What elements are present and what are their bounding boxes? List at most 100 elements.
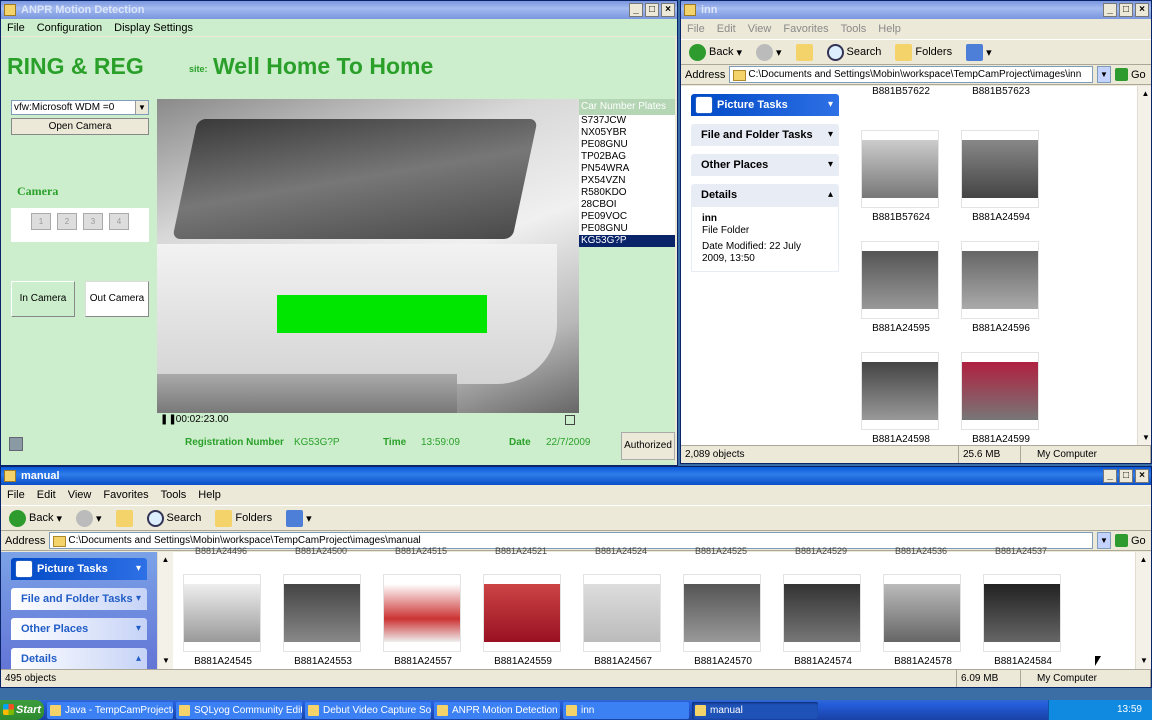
camera-4-button[interactable]: 4 bbox=[109, 213, 129, 230]
picture-tasks-header[interactable]: Picture Tasks ▾ bbox=[691, 94, 839, 116]
minimize-icon[interactable]: _ bbox=[1103, 469, 1117, 483]
views-button[interactable]: ▾ bbox=[282, 507, 316, 529]
maximize-icon[interactable]: □ bbox=[1119, 3, 1133, 17]
picture-tasks-header[interactable]: Picture Tasks ▾ bbox=[11, 558, 147, 580]
menu-tools[interactable]: Tools bbox=[161, 489, 187, 501]
file-folder-tasks-header[interactable]: File and Folder Tasks ▾ bbox=[691, 124, 839, 146]
menu-file[interactable]: File bbox=[7, 22, 25, 34]
in-camera-button[interactable]: In Camera bbox=[11, 281, 75, 317]
scroll-up-icon[interactable]: ▲ bbox=[158, 552, 173, 568]
list-item[interactable]: B881A24595 bbox=[861, 241, 941, 334]
taskbar-item-anpr[interactable]: ANPR Motion Detection bbox=[434, 701, 560, 719]
list-item[interactable]: B881A24594 bbox=[961, 130, 1041, 223]
task-pane-scrollbar[interactable]: ▲ ▼ bbox=[157, 552, 174, 669]
camera-3-button[interactable]: 3 bbox=[83, 213, 103, 230]
list-item[interactable]: B881A24545 bbox=[183, 574, 263, 667]
menu-help[interactable]: Help bbox=[198, 489, 221, 501]
minimize-icon[interactable]: _ bbox=[629, 3, 643, 17]
menu-edit[interactable]: Edit bbox=[717, 23, 736, 35]
scroll-down-icon[interactable]: ▼ bbox=[1138, 430, 1151, 446]
list-item[interactable]: B881A24574 bbox=[783, 574, 863, 667]
list-item[interactable]: B881A24570 bbox=[683, 574, 763, 667]
scroll-up-icon[interactable]: ▲ bbox=[1138, 86, 1151, 102]
list-item[interactable]: B881B57623 bbox=[961, 86, 1041, 97]
folders-button[interactable]: Folders bbox=[211, 507, 276, 529]
plate-item[interactable]: TP02BAG bbox=[579, 151, 675, 163]
list-item[interactable]: B881A24557 bbox=[383, 574, 463, 667]
menu-view[interactable]: View bbox=[68, 489, 92, 501]
list-item[interactable]: B881A24559 bbox=[483, 574, 563, 667]
camera-select[interactable]: vfw:Microsoft WDM =0 ▼ bbox=[11, 100, 149, 115]
plate-item[interactable]: PE08GNU bbox=[579, 139, 675, 151]
taskbar-item-sqlyog[interactable]: SQLyog Community Editi... bbox=[176, 701, 302, 719]
details-header[interactable]: Details ▴ bbox=[11, 648, 147, 670]
fullscreen-icon[interactable] bbox=[565, 415, 575, 425]
scroll-up-icon[interactable]: ▲ bbox=[1136, 552, 1151, 568]
list-item[interactable]: B881A24598 bbox=[861, 352, 941, 445]
scroll-down-icon[interactable]: ▼ bbox=[1136, 653, 1151, 669]
plate-item[interactable]: PE09VOC bbox=[579, 211, 675, 223]
close-icon[interactable]: × bbox=[661, 3, 675, 17]
menu-view[interactable]: View bbox=[748, 23, 772, 35]
plate-item-selected[interactable]: KG53G?P bbox=[579, 235, 675, 247]
plate-item[interactable]: PX54VZN bbox=[579, 175, 675, 187]
plate-item[interactable]: R580KDO bbox=[579, 187, 675, 199]
manual-titlebar[interactable]: manual _ □ × bbox=[1, 467, 1151, 485]
minimize-icon[interactable]: _ bbox=[1103, 3, 1117, 17]
taskbar-item-inn[interactable]: inn bbox=[563, 701, 689, 719]
inn-vertical-scrollbar[interactable]: ▲ ▼ bbox=[1137, 86, 1151, 446]
close-icon[interactable]: × bbox=[1135, 3, 1149, 17]
menu-favorites[interactable]: Favorites bbox=[103, 489, 148, 501]
open-camera-button[interactable]: Open Camera bbox=[11, 118, 149, 135]
list-item[interactable]: B881A24596 bbox=[961, 241, 1041, 334]
maximize-icon[interactable]: □ bbox=[645, 3, 659, 17]
list-item[interactable]: B881A24578 bbox=[883, 574, 963, 667]
out-camera-button[interactable]: Out Camera bbox=[85, 281, 149, 317]
close-icon[interactable]: × bbox=[1135, 469, 1149, 483]
views-button[interactable]: ▾ bbox=[962, 41, 996, 63]
menu-configuration[interactable]: Configuration bbox=[37, 22, 102, 34]
list-item[interactable]: B881B57622 bbox=[861, 86, 941, 97]
list-item[interactable]: B881A24599 bbox=[961, 352, 1041, 445]
menu-help[interactable]: Help bbox=[878, 23, 901, 35]
go-button[interactable]: Go bbox=[1115, 66, 1151, 83]
camera-1-button[interactable]: 1 bbox=[31, 213, 51, 230]
menu-favorites[interactable]: Favorites bbox=[783, 23, 828, 35]
taskbar-item-manual[interactable]: manual bbox=[692, 701, 818, 719]
chevron-down-icon[interactable]: ▼ bbox=[1097, 66, 1111, 83]
taskbar-item-java[interactable]: Java - TempCamProject/... bbox=[47, 701, 173, 719]
anpr-titlebar[interactable]: ANPR Motion Detection _ □ × bbox=[1, 1, 677, 19]
menu-edit[interactable]: Edit bbox=[37, 489, 56, 501]
list-item[interactable]: B881A24567 bbox=[583, 574, 663, 667]
folders-button[interactable]: Folders bbox=[891, 41, 956, 63]
list-item[interactable]: B881A24584 bbox=[983, 574, 1063, 667]
menu-tools[interactable]: Tools bbox=[841, 23, 867, 35]
search-button[interactable]: Search bbox=[143, 507, 206, 529]
details-header[interactable]: Details ▴ bbox=[691, 184, 839, 206]
search-button[interactable]: Search bbox=[823, 41, 886, 63]
taskbar-item-debut[interactable]: Debut Video Capture Sof... bbox=[305, 701, 431, 719]
forward-button[interactable]: ▾ bbox=[752, 41, 786, 63]
plate-item[interactable]: 28CBOI bbox=[579, 199, 675, 211]
back-button[interactable]: Back ▾ bbox=[5, 507, 66, 529]
menu-file[interactable]: File bbox=[687, 23, 705, 35]
plate-item[interactable]: PN54WRA bbox=[579, 163, 675, 175]
scroll-down-icon[interactable]: ▼ bbox=[158, 653, 174, 669]
up-button[interactable] bbox=[112, 507, 137, 529]
maximize-icon[interactable]: □ bbox=[1119, 469, 1133, 483]
other-places-header[interactable]: Other Places ▾ bbox=[691, 154, 839, 176]
menu-file[interactable]: File bbox=[7, 489, 25, 501]
start-button[interactable]: Start bbox=[0, 700, 44, 720]
forward-button[interactable]: ▾ bbox=[72, 507, 106, 529]
back-button[interactable]: Back ▾ bbox=[685, 41, 746, 63]
up-button[interactable] bbox=[792, 41, 817, 63]
other-places-header[interactable]: Other Places ▾ bbox=[11, 618, 147, 640]
plate-item[interactable]: S737JCW bbox=[579, 115, 675, 127]
list-item[interactable]: B881A24553 bbox=[283, 574, 363, 667]
camera-2-button[interactable]: 2 bbox=[57, 213, 77, 230]
pause-icon[interactable]: ❚❚ bbox=[157, 413, 177, 427]
clock[interactable]: 13:59 bbox=[1117, 704, 1142, 715]
file-folder-tasks-header[interactable]: File and Folder Tasks ▾ bbox=[11, 588, 147, 610]
address-input[interactable]: C:\Documents and Settings\Mobin\workspac… bbox=[729, 66, 1093, 83]
plate-item[interactable]: PE08GNU bbox=[579, 223, 675, 235]
